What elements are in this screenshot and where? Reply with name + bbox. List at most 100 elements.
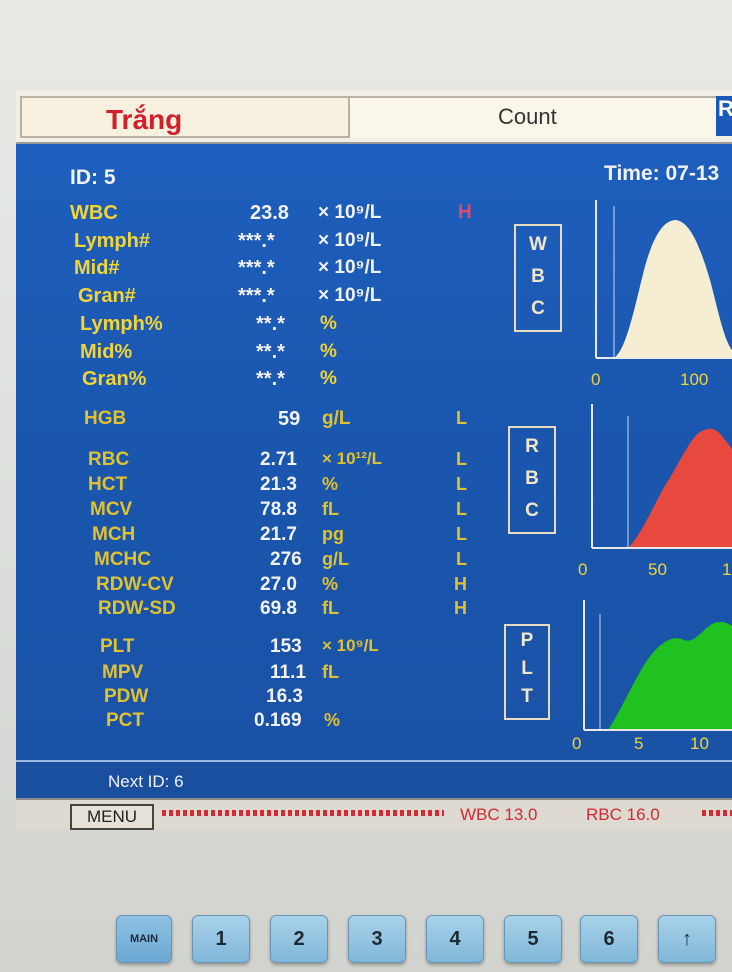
rbc-histogram-curve bbox=[628, 428, 732, 548]
rbc-histogram-label: R B C bbox=[508, 426, 556, 534]
param-flag: L bbox=[456, 499, 467, 519]
param-unit: % bbox=[322, 574, 339, 594]
param-value: 59 bbox=[278, 408, 301, 430]
box-letter: P bbox=[520, 630, 534, 651]
rbc-axis-tick: 1 bbox=[722, 560, 732, 579]
param-name: WBC bbox=[70, 202, 118, 224]
param-value: 21.7 bbox=[260, 524, 297, 545]
param-unit: % bbox=[324, 710, 341, 730]
param-value: ***.* bbox=[238, 257, 275, 279]
analyzer-screen: Trắng Count R ID: 5 Time: 07-13 WBC 23.8… bbox=[16, 90, 732, 830]
param-value: 21.3 bbox=[260, 474, 297, 495]
bottom-bar: MENU WBC 13.0 RBC 16.0 bbox=[16, 798, 732, 830]
param-value: 23.8 bbox=[250, 202, 289, 224]
sample-time: Time: 07-13 bbox=[604, 162, 720, 185]
param-unit: g/L bbox=[322, 408, 351, 429]
box-letter: B bbox=[525, 468, 539, 489]
param-name: HCT bbox=[88, 474, 128, 495]
param-name: MCHC bbox=[94, 549, 151, 570]
param-name: RDW-CV bbox=[96, 574, 174, 595]
param-value: 78.8 bbox=[260, 499, 297, 520]
param-name: MCH bbox=[92, 524, 136, 545]
tab-bar: Trắng Count R bbox=[16, 90, 732, 144]
param-unit: % bbox=[320, 313, 337, 334]
wbc-histogram-label: W B C bbox=[514, 224, 562, 332]
param-name: Lymph% bbox=[80, 313, 163, 335]
next-id: Next ID: 6 bbox=[108, 772, 184, 791]
param-unit: fL bbox=[322, 598, 339, 618]
box-letter: L bbox=[521, 658, 533, 679]
param-name: HGB bbox=[84, 408, 127, 429]
param-value: 69.8 bbox=[260, 598, 297, 619]
wbc-axis-tick: 0 bbox=[591, 370, 601, 389]
tab-trang[interactable]: Trắng bbox=[20, 96, 350, 138]
param-unit: × 10⁹/L bbox=[318, 257, 382, 278]
up-arrow-key[interactable]: ↑ bbox=[658, 915, 716, 963]
key-1[interactable]: 1 bbox=[192, 915, 250, 963]
key-4[interactable]: 4 bbox=[426, 915, 484, 963]
param-value: ***.* bbox=[238, 285, 275, 307]
plt-histogram bbox=[583, 600, 732, 731]
param-value: 153 bbox=[270, 636, 302, 657]
param-unit: g/L bbox=[322, 549, 349, 569]
status-bar: Next ID: 6 bbox=[16, 760, 732, 802]
param-unit: fL bbox=[322, 499, 339, 519]
param-unit: × 10⁹/L bbox=[318, 285, 382, 306]
param-value: ***.* bbox=[238, 230, 275, 252]
wbc-axis-tick: 100 bbox=[680, 370, 709, 389]
plt-histogram-curve bbox=[608, 621, 732, 730]
param-name: PLT bbox=[100, 636, 135, 657]
key-6[interactable]: 6 bbox=[580, 915, 638, 963]
param-name: Lymph# bbox=[74, 230, 150, 252]
tab-count[interactable]: Count bbox=[350, 96, 716, 138]
param-flag: L bbox=[456, 524, 467, 544]
param-name: MPV bbox=[102, 662, 144, 683]
rbc-axis-tick: 0 bbox=[578, 560, 588, 579]
param-value: **.* bbox=[256, 341, 285, 363]
param-unit: fL bbox=[322, 662, 339, 682]
key-5[interactable]: 5 bbox=[504, 915, 562, 963]
param-value: 2.71 bbox=[260, 449, 297, 470]
plt-axis-tick: 0 bbox=[572, 734, 582, 753]
param-flag: H bbox=[454, 574, 467, 594]
main-key[interactable]: MAIN bbox=[116, 915, 172, 963]
tab-count-label: Count bbox=[498, 104, 557, 129]
box-letter: C bbox=[525, 500, 539, 521]
key-2[interactable]: 2 bbox=[270, 915, 328, 963]
param-name: PCT bbox=[106, 710, 144, 731]
param-unit: × 10⁹/L bbox=[322, 636, 379, 655]
param-unit: % bbox=[322, 474, 339, 494]
wbc-histogram bbox=[595, 200, 732, 359]
param-value: 0.169 bbox=[254, 710, 302, 731]
param-name: Mid# bbox=[74, 257, 120, 279]
param-name: RDW-SD bbox=[98, 598, 176, 619]
param-unit: pg bbox=[322, 524, 344, 544]
rbc-axis-tick: 50 bbox=[648, 560, 667, 579]
alarm-divider bbox=[162, 810, 444, 816]
menu-button[interactable]: MENU bbox=[70, 804, 154, 830]
param-name: MCV bbox=[90, 499, 133, 520]
plt-axis-tick: 10 bbox=[690, 734, 709, 753]
alarm-divider bbox=[702, 810, 732, 816]
param-name: PDW bbox=[104, 686, 149, 707]
results-panel: ID: 5 Time: 07-13 WBC 23.8 × 10⁹/L H Lym… bbox=[16, 144, 732, 760]
alarm-wbc: WBC 13.0 bbox=[460, 805, 538, 824]
param-unit: × 10¹²/L bbox=[322, 449, 382, 468]
param-unit: × 10⁹/L bbox=[318, 202, 382, 223]
param-name: Mid% bbox=[80, 341, 133, 363]
sample-id: ID: 5 bbox=[70, 166, 116, 189]
param-unit: % bbox=[320, 341, 337, 362]
tab-trang-label: Trắng bbox=[106, 104, 183, 135]
key-3[interactable]: 3 bbox=[348, 915, 406, 963]
param-name: Gran% bbox=[82, 368, 147, 390]
box-letter: B bbox=[531, 266, 545, 287]
param-value: **.* bbox=[256, 368, 285, 390]
param-flag: H bbox=[458, 202, 472, 223]
param-name: Gran# bbox=[78, 285, 136, 307]
param-value: 16.3 bbox=[266, 686, 303, 707]
param-value: 11.1 bbox=[270, 662, 306, 683]
param-flag: L bbox=[456, 474, 467, 494]
tab-review[interactable]: R bbox=[716, 96, 732, 136]
param-flag: L bbox=[456, 408, 467, 428]
box-letter: W bbox=[529, 234, 547, 255]
